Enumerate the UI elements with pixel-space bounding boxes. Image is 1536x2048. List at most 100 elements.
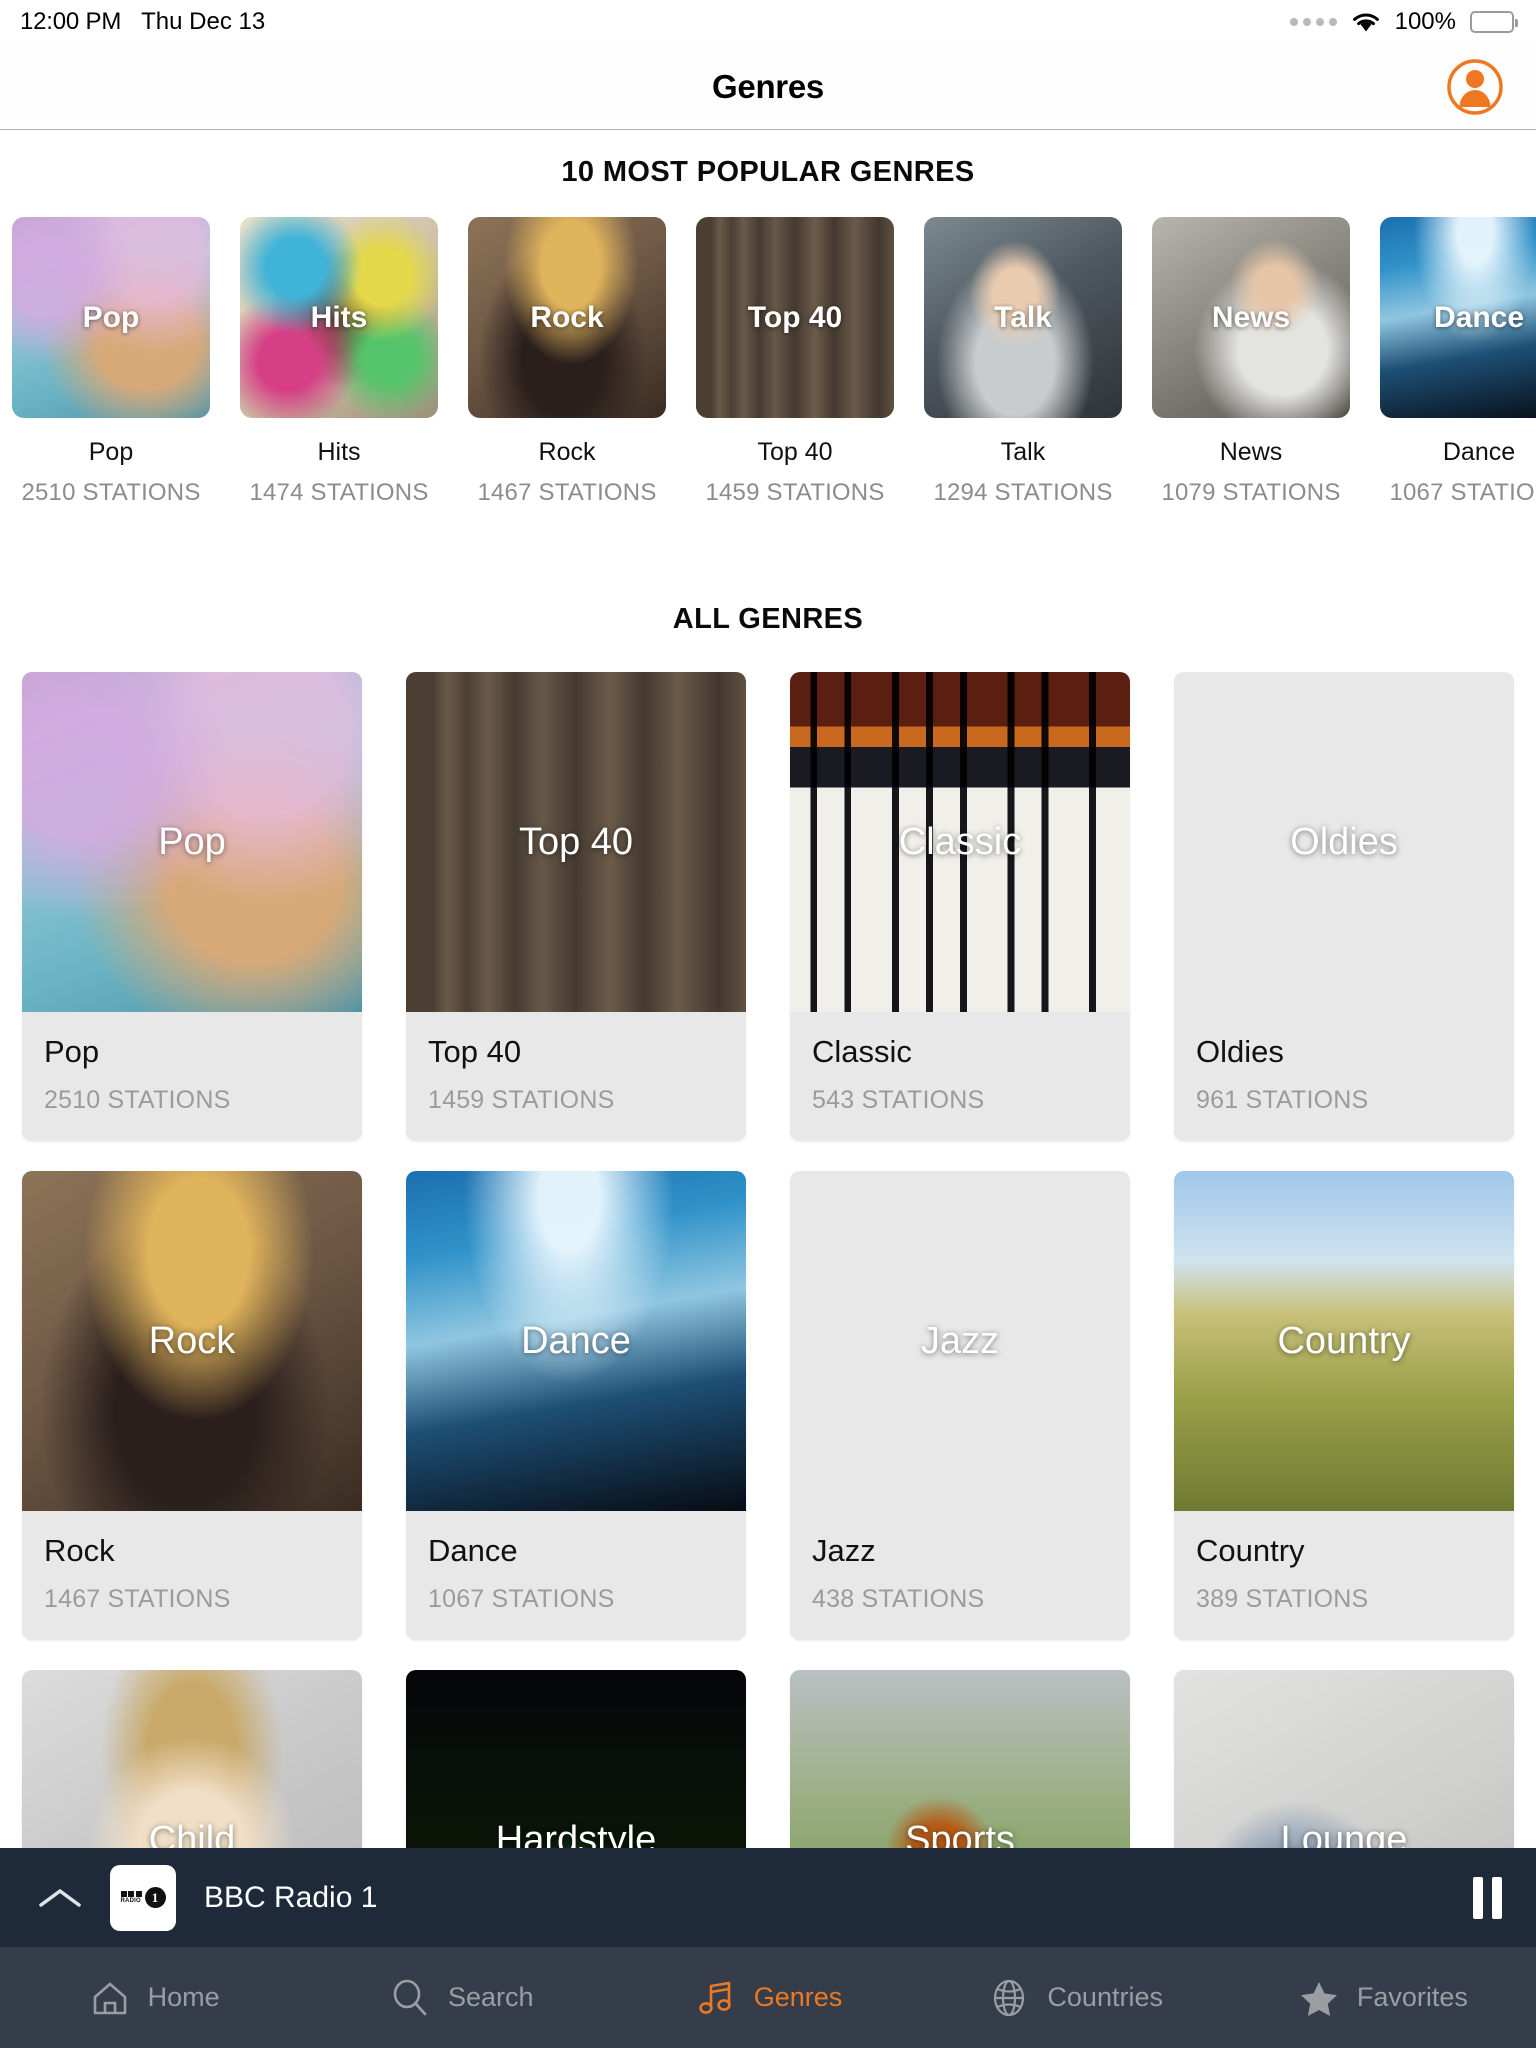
popular-genre-thumb[interactable]: Hits — [240, 217, 438, 418]
genre-card-info: Dance 1067 STATIONS — [406, 1511, 746, 1640]
genre-card-image[interactable]: Pop — [22, 672, 362, 1012]
popular-genre-station-count: 1467 STATIONS — [477, 479, 657, 506]
popular-genre-name: Pop — [88, 438, 134, 466]
genre-card-image[interactable]: Hardstyle — [406, 1670, 746, 1848]
genre-card-title: Top 40 — [428, 1034, 522, 1069]
genre-card-image[interactable]: Dance — [406, 1171, 746, 1511]
popular-genre-overlay-label: Dance — [1433, 300, 1525, 334]
tab-countries[interactable]: Countries — [922, 1947, 1229, 2048]
popular-genre-thumb[interactable]: Rock — [468, 217, 666, 418]
popular-genre-card[interactable]: Dance Dance 1067 STATIONS — [1380, 217, 1536, 507]
genre-card-station-count: 1459 STATIONS — [428, 1086, 615, 1114]
genre-card-image[interactable]: Child — [22, 1670, 362, 1848]
genre-card-image[interactable]: Country — [1174, 1171, 1514, 1511]
tab-label: Home — [147, 1982, 220, 2012]
genre-card-image[interactable]: Oldies — [1174, 672, 1514, 1012]
popular-genre-station-count: 1459 STATIONS — [705, 479, 885, 506]
genre-card[interactable]: SportsSports — [790, 1670, 1130, 1848]
home-icon — [88, 1976, 132, 2020]
popular-genre-card[interactable]: News News 1079 STATIONS — [1152, 217, 1350, 507]
popular-genre-name: News — [1219, 438, 1283, 466]
genre-card-station-count: 2510 STATIONS — [44, 1086, 231, 1114]
genre-card-title: Classic — [812, 1034, 912, 1069]
tab-favorites[interactable]: Favorites — [1229, 1947, 1536, 2048]
popular-genre-thumb[interactable]: News — [1152, 217, 1350, 418]
popular-genre-overlay-label: Talk — [994, 300, 1052, 334]
status-right-cluster: 100% — [1289, 8, 1518, 36]
popular-genre-card[interactable]: Pop Pop 2510 STATIONS — [12, 217, 210, 507]
popular-genre-name: Dance — [1442, 438, 1516, 466]
tab-label: Countries — [1047, 1982, 1163, 2012]
popular-genre-thumb[interactable]: Pop — [12, 217, 210, 418]
logo-badge: 1 — [144, 1887, 166, 1908]
genre-card[interactable]: Dance Dance 1067 STATIONS — [406, 1171, 746, 1640]
genre-overlay-label: Jazz — [920, 1319, 1000, 1362]
genre-card-info: Pop 2510 STATIONS — [22, 1012, 362, 1141]
tab-label: Search — [448, 1982, 534, 2012]
chevron-up-icon[interactable] — [34, 1884, 86, 1912]
popular-genre-thumb[interactable]: Top 40 — [696, 217, 894, 418]
genre-card-info: Jazz 438 STATIONS — [790, 1511, 1130, 1640]
genre-card-info: Oldies 961 STATIONS — [1174, 1012, 1514, 1141]
genre-card[interactable]: Jazz Jazz 438 STATIONS — [790, 1171, 1130, 1640]
status-bar: 12:00 PM Thu Dec 13 100% — [0, 0, 1536, 44]
scroll-content[interactable]: 10 MOST POPULAR GENRES Pop Pop 2510 STATIO… — [0, 130, 1536, 1848]
star-icon — [1297, 1976, 1341, 2020]
genre-card[interactable]: Classic Classic 543 STATIONS — [790, 672, 1130, 1141]
tab-bar[interactable]: Home Search Genres Countries Favorites — [0, 1947, 1536, 2048]
genre-card-info: Rock 1467 STATIONS — [22, 1511, 362, 1640]
genre-card-title: Country — [1196, 1533, 1305, 1568]
search-icon — [388, 1976, 432, 2020]
genre-card[interactable]: Top 40 Top 40 1459 STATIONS — [406, 672, 746, 1141]
popular-genre-thumb[interactable]: Talk — [924, 217, 1122, 418]
genre-card-info: Country 389 STATIONS — [1174, 1511, 1514, 1640]
genre-card-image[interactable]: Classic — [790, 672, 1130, 1012]
popular-genre-station-count: 2510 STATIONS — [21, 479, 201, 506]
popular-genre-card[interactable]: Top 40 Top 40 1459 STATIONS — [696, 217, 894, 507]
genre-card-station-count: 1067 STATIONS — [428, 1585, 615, 1613]
popular-genre-card[interactable]: Hits Hits 1474 STATIONS — [240, 217, 438, 507]
status-date: Thu Dec 13 — [141, 8, 266, 35]
genre-card-title: Dance — [428, 1533, 518, 1568]
account-person-icon[interactable] — [1444, 56, 1506, 118]
genre-card-station-count: 543 STATIONS — [812, 1086, 985, 1114]
genre-overlay-label: Lounge — [1280, 1818, 1408, 1849]
popular-genre-thumb[interactable]: Dance — [1380, 217, 1536, 418]
tab-genres[interactable]: Genres — [614, 1947, 921, 2048]
genre-card-image[interactable]: Top 40 — [406, 672, 746, 1012]
tab-home[interactable]: Home — [0, 1947, 307, 2048]
genre-card-image[interactable]: Sports — [790, 1670, 1130, 1848]
genre-card-image[interactable]: Rock — [22, 1171, 362, 1511]
status-time: 12:00 PM — [20, 8, 122, 35]
now-playing-bar[interactable]: RADIO 1 BBC Radio 1 — [0, 1848, 1536, 1947]
all-genres-grid: Pop Pop 2510 STATIONS Top 40 Top 40 1459 STAT… — [0, 672, 1536, 1848]
genre-card-info: Top 40 1459 STATIONS — [406, 1012, 746, 1141]
genre-card-image[interactable]: Jazz — [790, 1171, 1130, 1511]
genre-card[interactable]: LoungeLounge — [1174, 1670, 1514, 1848]
genre-card[interactable]: Country Country 389 STATIONS — [1174, 1171, 1514, 1640]
music-note-icon — [694, 1976, 738, 2020]
tab-label: Favorites — [1356, 1982, 1468, 2012]
globe-icon — [987, 1976, 1031, 2020]
popular-genres-carousel[interactable]: Pop Pop 2510 STATIONS Hits Hits 1474 STATIONS… — [0, 217, 1536, 507]
genre-card-image[interactable]: Lounge — [1174, 1670, 1514, 1848]
genre-card[interactable]: HardstyleHardstyle — [406, 1670, 746, 1848]
genre-overlay-label: Sports — [905, 1818, 1015, 1849]
tab-search[interactable]: Search — [307, 1947, 614, 2048]
popular-genre-card[interactable]: Talk Talk 1294 STATIONS — [924, 217, 1122, 507]
genre-card[interactable]: Rock Rock 1467 STATIONS — [22, 1171, 362, 1640]
genre-card[interactable]: Oldies Oldies 961 STATIONS — [1174, 672, 1514, 1141]
genre-overlay-label: Classic — [898, 820, 1022, 863]
wifi-icon — [1351, 11, 1381, 33]
genre-card-station-count: 438 STATIONS — [812, 1585, 985, 1613]
pause-icon[interactable] — [1473, 1876, 1502, 1919]
genre-overlay-label: Oldies — [1290, 820, 1398, 863]
popular-section-title: 10 MOST POPULAR GENRES — [561, 156, 975, 188]
popular-genre-card[interactable]: Rock Rock 1467 STATIONS — [468, 217, 666, 507]
genre-card-station-count: 1467 STATIONS — [44, 1585, 231, 1613]
genre-card[interactable]: ChildChild — [22, 1670, 362, 1848]
genre-overlay-label: Hardstyle — [495, 1818, 657, 1849]
genre-card[interactable]: Pop Pop 2510 STATIONS — [22, 672, 362, 1141]
popular-genre-station-count: 1474 STATIONS — [249, 479, 429, 506]
popular-genre-overlay-label: Pop — [82, 300, 140, 334]
